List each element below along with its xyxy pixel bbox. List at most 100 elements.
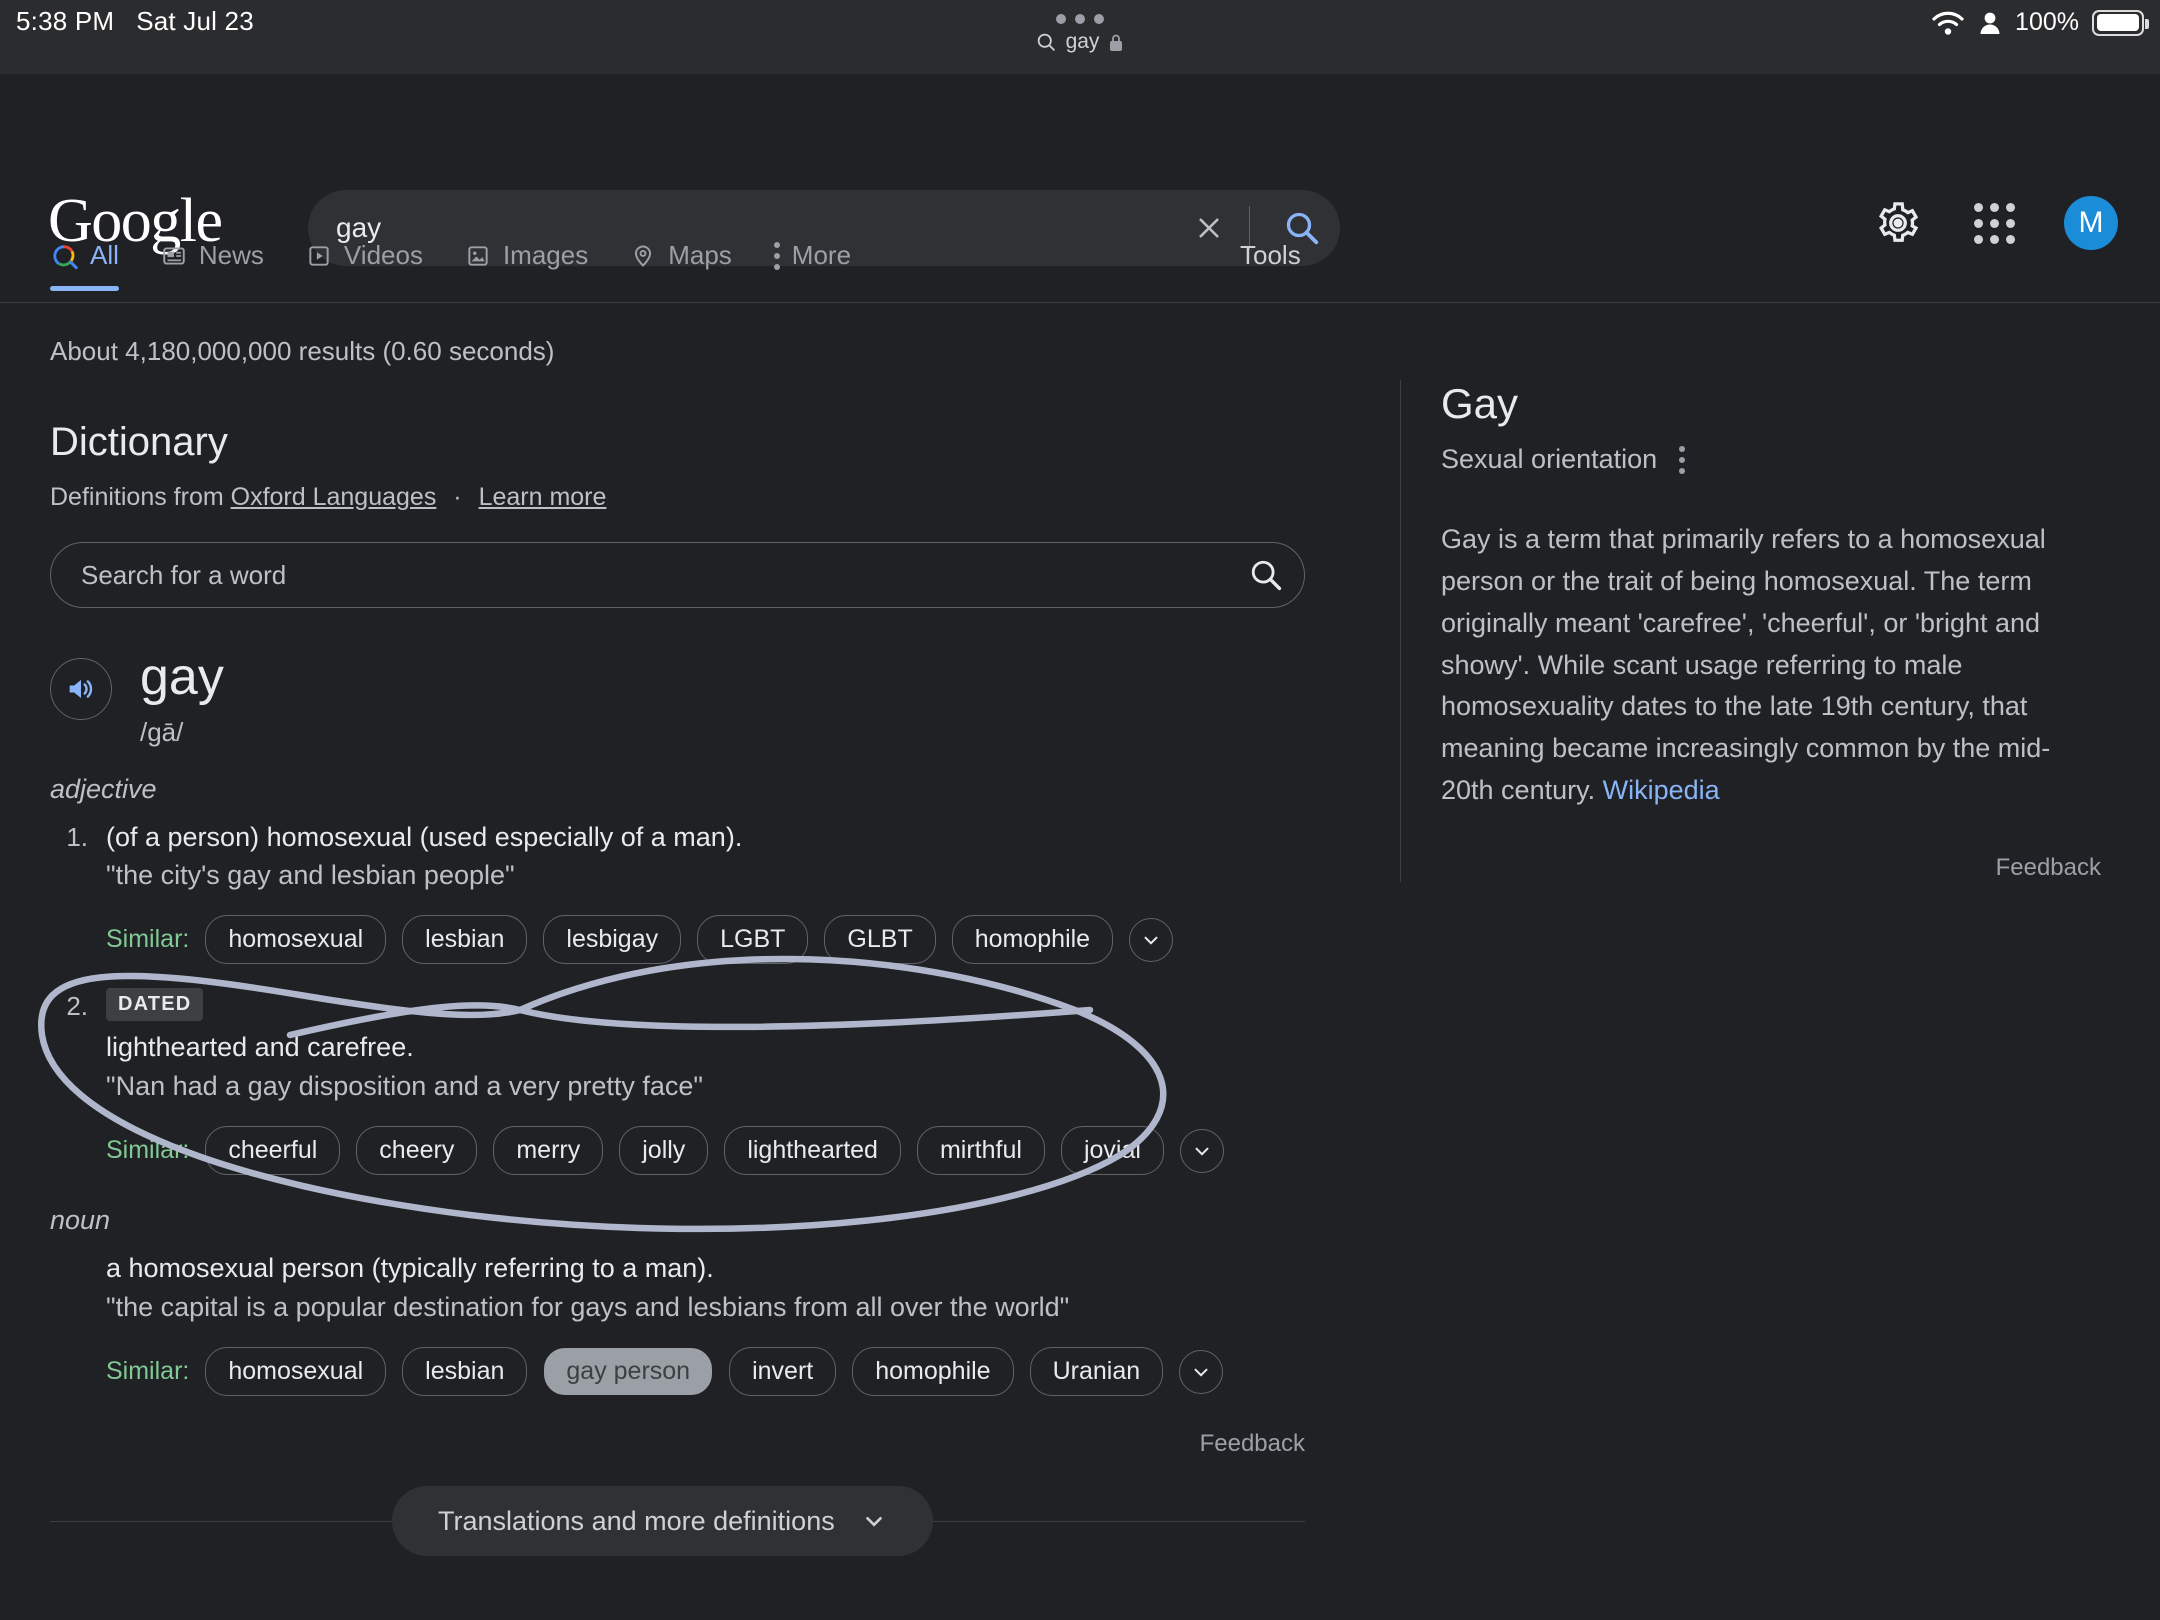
battery-icon xyxy=(2092,9,2149,36)
dictionary-source: Definitions from Oxford Languages · Lear… xyxy=(50,483,1310,512)
synonym-chip[interactable]: cheerful xyxy=(205,1126,341,1176)
wifi-icon xyxy=(1932,11,1964,35)
sense-example: "Nan had a gay disposition and a very pr… xyxy=(106,1070,704,1101)
tab-dots-icon[interactable] xyxy=(1056,14,1104,24)
sense-number: 2. xyxy=(66,991,88,1022)
pronounce-audio-button[interactable] xyxy=(50,658,112,720)
tab-maps[interactable]: Maps xyxy=(630,240,732,291)
word-search-button[interactable] xyxy=(1228,558,1304,592)
sense-definition: lighthearted and carefree. xyxy=(106,1032,414,1063)
expand-synonyms-button[interactable] xyxy=(1129,917,1174,962)
synonym-chip[interactable]: homophile xyxy=(951,915,1114,965)
word-search-input[interactable] xyxy=(51,559,1228,591)
tab-more[interactable]: More xyxy=(773,240,851,291)
main-results-column: Dictionary Definitions from Oxford Langu… xyxy=(50,420,1310,1620)
browser-tab-address[interactable]: gay xyxy=(1036,30,1125,54)
map-pin-icon xyxy=(635,244,652,267)
battery-percent: 100% xyxy=(2015,8,2079,36)
search-nav-tabs: All News Videos Images Maps More Tools xyxy=(0,240,2160,302)
synonym-chip[interactable]: homosexual xyxy=(205,915,387,965)
similar-label: Similar: xyxy=(106,925,190,954)
video-icon xyxy=(309,245,329,266)
knowledge-panel-title: Gay xyxy=(1441,380,1519,427)
synonym-chip[interactable]: lesbigay xyxy=(543,915,682,965)
dictionary-heading: Dictionary xyxy=(50,420,228,464)
sense-list-noun: a homosexual person (typically referring… xyxy=(50,1250,1310,1397)
synonym-chip[interactable]: lighthearted xyxy=(724,1126,901,1176)
image-icon xyxy=(468,245,488,266)
tab-label: All xyxy=(90,240,119,270)
more-definitions-section: Translations and more definitions xyxy=(50,1486,1305,1557)
synonym-chip[interactable]: lesbian xyxy=(402,1347,528,1397)
knowledge-panel-description: Gay is a term that primarily refers to a… xyxy=(1441,519,2100,812)
synonym-chip[interactable]: lesbian xyxy=(402,915,528,965)
synonym-chip[interactable]: homosexual xyxy=(205,1347,387,1397)
synonym-chip[interactable]: jolly xyxy=(619,1126,709,1176)
sense-number: 1. xyxy=(66,821,88,852)
tab-query-text: gay xyxy=(1065,30,1100,53)
sense-example: "the capital is a popular destination fo… xyxy=(106,1291,1070,1322)
similar-label: Similar: xyxy=(106,1136,190,1165)
chevron-down-icon xyxy=(865,1517,882,1527)
sense-item: 2. DATED lighthearted and carefree. "Nan… xyxy=(50,988,1310,1176)
dictionary-feedback-link[interactable]: Feedback xyxy=(50,1430,1305,1458)
chevron-down-icon xyxy=(1144,936,1158,945)
tab-label: Videos xyxy=(343,240,423,270)
person-icon xyxy=(1980,12,2000,34)
screen: 5:38 PM Sat Jul 23 gay 100% Google gay M… xyxy=(0,0,2160,1620)
active-tab-underline xyxy=(50,286,119,291)
kebab-icon[interactable] xyxy=(1679,445,1686,474)
sense-list-adjective: 1. (of a person) homosexual (used especi… xyxy=(50,819,1310,1176)
google-header: Google gay M xyxy=(0,74,2160,266)
expand-synonyms-button[interactable] xyxy=(1179,1128,1224,1173)
wikipedia-link[interactable]: Wikipedia xyxy=(1603,775,1720,805)
expand-synonyms-button[interactable] xyxy=(1179,1349,1224,1394)
tab-all[interactable]: All xyxy=(50,240,119,291)
translations-more-definitions-button[interactable]: Translations and more definitions xyxy=(392,1486,933,1557)
people-also-ask-section: People also ask xyxy=(50,1616,1305,1620)
sense-number xyxy=(50,1250,88,1396)
status-bar-center: gay xyxy=(0,14,2160,54)
synonym-chip[interactable]: jovial xyxy=(1060,1126,1164,1176)
tab-label: Maps xyxy=(668,240,732,270)
tab-news[interactable]: News xyxy=(161,240,264,291)
news-icon xyxy=(163,246,185,265)
word-search-box[interactable] xyxy=(50,542,1305,608)
description-text: Gay is a term that primarily refers to a… xyxy=(1441,524,2051,806)
tab-label: Images xyxy=(502,240,589,270)
kebab-icon xyxy=(773,241,780,270)
phonetic-transcription: /gā/ xyxy=(140,716,184,747)
knowledge-panel-subtitle: Sexual orientation xyxy=(1441,444,1658,474)
synonym-chip[interactable]: Uranian xyxy=(1029,1347,1164,1397)
synonyms-row: Similar: homosexual lesbian lesbigay LGB… xyxy=(106,915,1310,965)
synonym-chip[interactable]: GLBT xyxy=(824,915,936,965)
feedback-label: Feedback xyxy=(1995,853,2101,881)
tab-label: News xyxy=(198,240,264,270)
synonym-chip[interactable]: cheery xyxy=(356,1126,478,1176)
synonym-chip[interactable]: invert xyxy=(729,1347,837,1397)
button-label: Translations and more definitions xyxy=(438,1505,835,1536)
learn-more-link[interactable]: Learn more xyxy=(479,483,607,511)
nav-divider xyxy=(0,302,2160,303)
part-of-speech-noun: noun xyxy=(50,1205,111,1236)
synonym-chip-pressed[interactable]: gay person xyxy=(543,1347,714,1397)
knowledge-panel: Gay Sexual orientation Gay is a term tha… xyxy=(1400,380,2101,882)
speaker-icon xyxy=(69,679,93,699)
synonyms-row: Similar: homosexual lesbian gay person i… xyxy=(106,1347,1310,1397)
status-bar-right: 100% xyxy=(1931,8,2149,37)
result-stats: About 4,180,000,000 results (0.60 second… xyxy=(50,336,555,366)
ios-status-bar: 5:38 PM Sat Jul 23 gay 100% xyxy=(0,0,2160,74)
search-icon xyxy=(1037,33,1055,51)
synonyms-row: Similar: cheerful cheery merry jolly lig… xyxy=(106,1126,1310,1176)
synonym-chip[interactable]: LGBT xyxy=(697,915,809,965)
tools-button[interactable]: Tools xyxy=(1240,240,1301,271)
tab-videos[interactable]: Videos xyxy=(306,240,423,291)
synonym-chip[interactable]: merry xyxy=(493,1126,604,1176)
knowledge-panel-feedback-link[interactable]: Feedback xyxy=(1441,854,2101,882)
synonym-chip[interactable]: mirthful xyxy=(916,1126,1045,1176)
oxford-languages-link[interactable]: Oxford Languages xyxy=(231,483,437,511)
synonym-chip[interactable]: homophile xyxy=(852,1347,1014,1397)
tab-images[interactable]: Images xyxy=(465,240,588,291)
search-icon xyxy=(1251,560,1282,591)
sense-definition: a homosexual person (typically referring… xyxy=(106,1253,714,1284)
